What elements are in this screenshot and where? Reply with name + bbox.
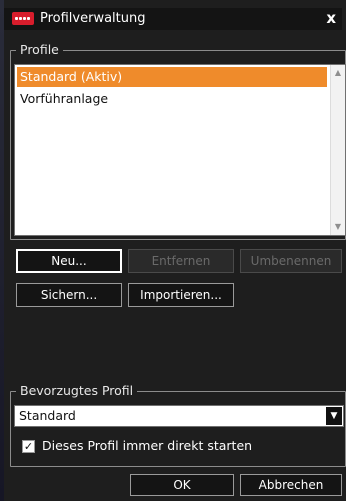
title-bar: Profilverwaltung x	[4, 8, 342, 30]
scroll-down-icon[interactable]: ▼	[333, 222, 343, 232]
list-scrollbar[interactable]: ▲ ▼	[330, 65, 345, 235]
preferred-profile-select[interactable]: Standard ▼	[14, 405, 344, 427]
app-icon	[12, 12, 34, 25]
remove-profile-button[interactable]: Entfernen	[128, 249, 234, 273]
window-title: Profilverwaltung	[40, 11, 146, 26]
list-item-label: Vorführanlage	[20, 91, 109, 106]
close-icon[interactable]: x	[326, 9, 336, 27]
list-item[interactable]: Vorführanlage	[17, 89, 327, 109]
list-item-label: Standard (Aktiv)	[20, 69, 123, 84]
cancel-button[interactable]: Abbrechen	[240, 474, 342, 496]
list-item[interactable]: Standard (Aktiv)	[17, 67, 327, 87]
chevron-down-icon[interactable]: ▼	[326, 407, 342, 425]
ok-button[interactable]: OK	[130, 474, 234, 496]
preferred-profile-value: Standard	[19, 408, 76, 423]
auto-start-checkbox[interactable]: ✓	[22, 440, 35, 453]
scroll-up-icon[interactable]: ▲	[333, 68, 343, 78]
preferred-profile-group	[10, 391, 346, 467]
profiles-group-title: Profile	[16, 42, 63, 57]
preferred-profile-group-title: Bevorzugtes Profil	[16, 383, 138, 398]
profile-manager-window: Profilverwaltung x Profile Standard (Akt…	[0, 0, 346, 501]
checkmark-icon: ✓	[23, 440, 34, 453]
save-profile-button[interactable]: Sichern...	[16, 283, 122, 307]
import-profile-button[interactable]: Importieren...	[128, 283, 234, 307]
rename-profile-button[interactable]: Umbenennen	[240, 249, 342, 273]
profile-list[interactable]: Standard (Aktiv) Vorführanlage ▲ ▼	[14, 64, 346, 236]
auto-start-label: Dieses Profil immer direkt starten	[42, 438, 253, 453]
new-profile-button[interactable]: Neu...	[16, 249, 122, 273]
